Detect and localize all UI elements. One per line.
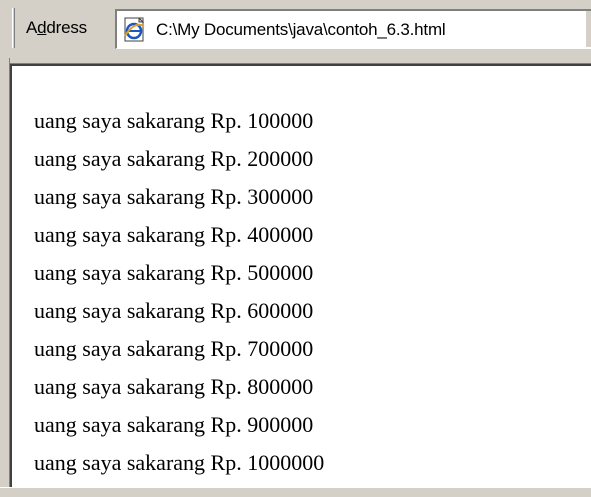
address-dropdown-button[interactable] [585,11,591,47]
address-toolbar: Address C:\My Documents\java\contoh_6.3.… [0,0,591,58]
address-value: C:\My Documents\java\contoh_6.3.html [156,20,446,39]
content-line: uang saya sakarang Rp. 1000000 [34,450,325,475]
content-line: uang saya sakarang Rp. 400000 [34,222,314,247]
content-line: uang saya sakarang Rp. 800000 [34,374,314,399]
window-left-border [0,58,10,497]
content-line: uang saya sakarang Rp. 300000 [34,184,314,209]
page-viewport: uang saya sakarang Rp. 100000 uang saya … [10,64,591,487]
ie-page-icon [124,17,145,42]
content-line: uang saya sakarang Rp. 700000 [34,336,314,361]
page-content: uang saya sakarang Rp. 100000 uang saya … [34,102,324,482]
address-input[interactable]: C:\My Documents\java\contoh_6.3.html [115,9,591,49]
toolbar-grip[interactable] [12,8,15,48]
content-line: uang saya sakarang Rp. 500000 [34,260,314,285]
content-line: uang saya sakarang Rp. 100000 [34,108,314,133]
window-bottom-border [0,487,591,497]
content-line: uang saya sakarang Rp. 900000 [34,412,314,437]
address-label: Address [26,18,87,37]
content-line: uang saya sakarang Rp. 600000 [34,298,314,323]
content-line: uang saya sakarang Rp. 200000 [34,146,314,171]
